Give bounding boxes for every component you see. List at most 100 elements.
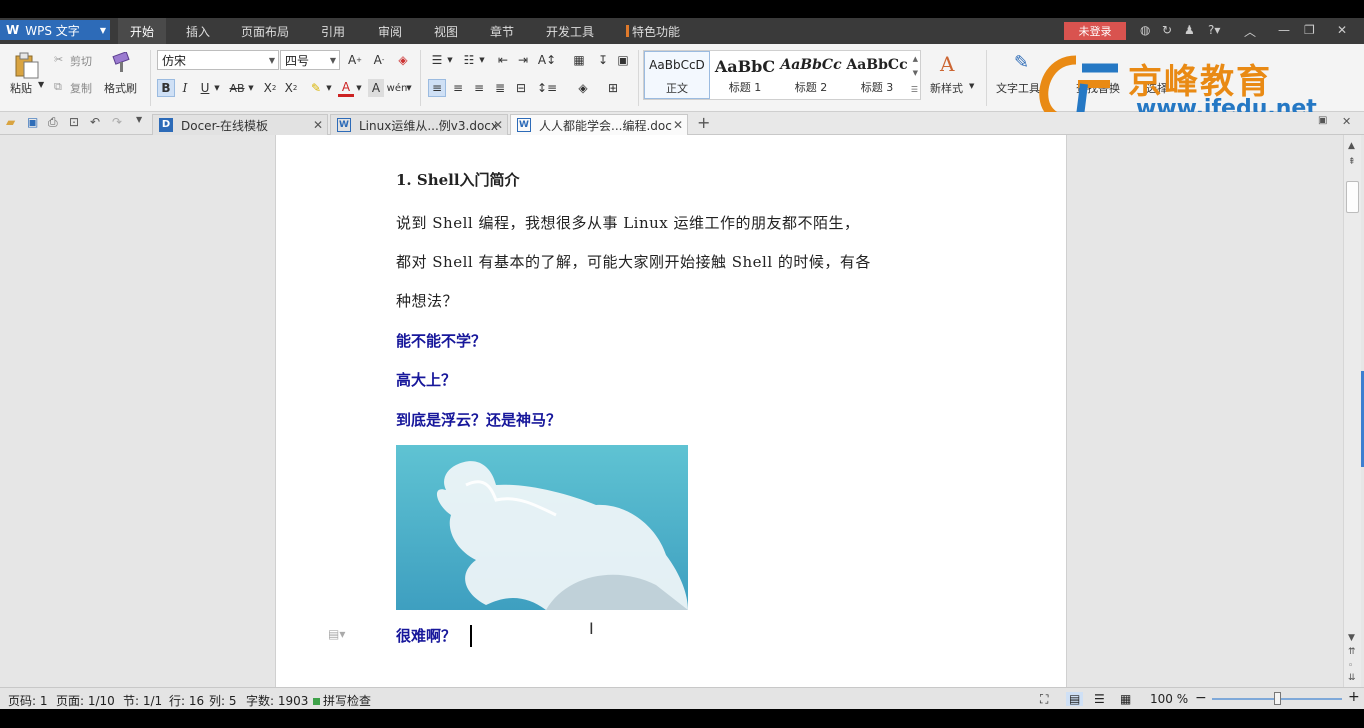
scrollbar-thumb[interactable] <box>1346 181 1359 213</box>
paste-label[interactable]: 粘贴 <box>10 80 32 96</box>
web-view-icon[interactable]: ▦ <box>1120 692 1131 706</box>
document-page[interactable]: 1. Shell入门简介 说到 Shell 编程，我想很多从事 Linux 运维… <box>275 135 1067 687</box>
shading-icon[interactable]: ◈ <box>574 79 592 97</box>
tab-references[interactable]: 引用 <box>321 18 345 44</box>
show-marks-icon[interactable]: ▣ <box>614 51 632 69</box>
status-words[interactable]: 字数: 1903 <box>246 692 308 709</box>
text-tools-label[interactable]: 文字工具 <box>996 80 1040 96</box>
close-tab-icon[interactable]: ✕ <box>673 118 683 132</box>
styles-scroll-down-icon[interactable]: ▼ <box>913 69 918 77</box>
text-tools-icon[interactable]: ✎ <box>1014 52 1029 73</box>
style-heading-2[interactable]: AaBbCc 标题 2 <box>778 51 844 99</box>
outline-view-icon[interactable]: ☰ <box>1094 692 1105 706</box>
shrink-font-icon[interactable]: A- <box>370 51 388 69</box>
save-icon[interactable]: ▣ <box>27 115 38 129</box>
scroll-up-icon[interactable]: ▲ <box>1348 141 1355 151</box>
tab-review[interactable]: 审阅 <box>378 18 402 44</box>
close-tab-icon[interactable]: ✕ <box>313 118 323 132</box>
format-painter-label[interactable]: 格式刷 <box>104 80 137 96</box>
next-page-icon[interactable]: ⇊ <box>1348 673 1356 683</box>
superscript-button[interactable]: X2 <box>262 79 278 97</box>
zoom-in-icon[interactable]: + <box>1348 689 1360 705</box>
minimize-icon[interactable]: — <box>1278 23 1290 37</box>
collapse-ribbon-icon[interactable]: ︿ <box>1244 23 1256 40</box>
tab-linux-doc[interactable]: W Linux运维从...例v3.docx ✕ <box>330 114 508 135</box>
scroll-down-icon[interactable]: ▼ <box>1348 633 1355 643</box>
print-icon[interactable]: ⎙ <box>48 115 58 130</box>
chevron-down-icon[interactable]: ▼ <box>38 80 44 89</box>
border-icon[interactable]: ⊞ <box>604 79 622 97</box>
new-style-label[interactable]: 新样式 <box>930 80 963 96</box>
underline-button[interactable]: U <box>198 79 212 97</box>
open-folder-icon[interactable]: ▰ <box>6 115 15 129</box>
skin-icon[interactable]: ♟ <box>1184 23 1195 37</box>
undo-icon[interactable]: ↶ <box>90 115 100 129</box>
tab-chapter[interactable]: 章节 <box>490 18 514 44</box>
font-color-icon[interactable]: A <box>338 79 354 97</box>
styles-scroll-up-icon[interactable]: ▲ <box>913 55 918 63</box>
distribute-button[interactable]: ⊟ <box>512 79 530 97</box>
align-right-button[interactable]: ≡ <box>470 79 488 97</box>
login-button[interactable]: 未登录 <box>1064 22 1126 40</box>
italic-button[interactable]: I <box>178 79 192 97</box>
paste-icon[interactable] <box>14 52 40 80</box>
text-direction-icon[interactable]: A↕ <box>538 51 556 69</box>
status-page[interactable]: 页码: 1 <box>8 692 48 709</box>
font-name-select[interactable]: 仿宋 ▼ <box>157 50 279 70</box>
styles-expand-icon[interactable]: ☰ <box>911 85 918 94</box>
increase-indent-icon[interactable]: ⇥ <box>514 51 532 69</box>
chevron-down-icon[interactable]: ▼ <box>212 79 222 97</box>
copy-label[interactable]: 复制 <box>70 80 92 96</box>
tab-home[interactable]: 开始 <box>118 18 167 44</box>
tab-page-layout[interactable]: 页面布局 <box>241 18 289 44</box>
grow-font-icon[interactable]: A + <box>346 51 364 69</box>
style-heading-1[interactable]: AaBbC 标题 1 <box>712 51 778 99</box>
cut-label[interactable]: 剪切 <box>70 53 92 69</box>
select-browse-object-icon[interactable]: ◦ <box>1348 661 1353 671</box>
chevron-down-icon[interactable]: ▼ <box>247 79 255 97</box>
zoom-value[interactable]: 100 % <box>1150 692 1188 706</box>
char-shading-icon[interactable]: A <box>368 79 384 97</box>
redo-icon[interactable]: ↷ <box>112 115 122 129</box>
chevron-down-icon[interactable]: ▼ <box>355 79 363 97</box>
bullets-icon[interactable]: ☰ <box>428 51 446 69</box>
spell-check-toggle[interactable]: 拼写检查 <box>313 692 371 709</box>
subscript-button[interactable]: X2 <box>283 79 299 97</box>
sort-icon[interactable]: ↧ <box>594 51 612 69</box>
chevron-down-icon[interactable]: ▼ <box>969 82 974 90</box>
status-col[interactable]: 列: 5 <box>209 692 237 709</box>
phonetic-icon[interactable]: wén <box>387 79 408 97</box>
style-heading-3[interactable]: AaBbCc 标题 3 <box>844 51 910 99</box>
tab-shell-doc[interactable]: W 人人都能学会...编程.doc ✕ <box>510 114 688 135</box>
status-pages[interactable]: 页面: 1/10 <box>56 692 115 709</box>
align-left-button[interactable]: ≡ <box>428 79 446 97</box>
clear-format-icon[interactable]: ◈ <box>394 51 412 69</box>
chevron-down-icon[interactable]: ▼ <box>325 79 333 97</box>
style-normal[interactable]: AaBbCcD 正文 <box>644 51 710 99</box>
page-view-icon[interactable]: ▤ <box>1066 692 1084 706</box>
strikethrough-button[interactable]: AB <box>227 79 247 97</box>
zoom-slider-thumb[interactable] <box>1274 692 1281 705</box>
bold-button[interactable]: B <box>157 79 175 97</box>
vertical-scrollbar[interactable]: ▲ ⇞ ▼ ⇈ ◦ ⇊ <box>1343 135 1361 687</box>
app-menu-button[interactable]: W WPS 文字 ▼ <box>0 20 110 40</box>
chevron-down-icon[interactable]: ▼ <box>478 51 486 69</box>
print-preview-icon[interactable]: ⊡ <box>69 115 79 129</box>
tab-developer[interactable]: 开发工具 <box>546 18 594 44</box>
sync-icon[interactable]: ↻ <box>1162 23 1172 37</box>
prev-page-icon[interactable]: ⇈ <box>1348 647 1356 657</box>
restore-icon[interactable]: ❐ <box>1304 23 1315 37</box>
scroll-top-icon[interactable]: ⇞ <box>1348 157 1356 167</box>
paragraph-marker-icon[interactable]: ▤▾ <box>328 627 345 641</box>
new-tab-icon[interactable]: + <box>697 113 710 132</box>
tab-special[interactable]: 特色功能 <box>626 18 680 44</box>
justify-button[interactable]: ≣ <box>491 79 509 97</box>
highlight-icon[interactable]: ✎ <box>307 79 325 97</box>
chevron-down-icon[interactable]: ▼ <box>405 79 413 97</box>
zoom-out-icon[interactable]: − <box>1195 690 1207 706</box>
cloud-icon[interactable]: ◍ <box>1140 23 1150 37</box>
new-style-icon[interactable]: A <box>940 52 954 76</box>
fit-page-icon[interactable]: ⛶ <box>1040 692 1048 707</box>
status-section[interactable]: 节: 1/1 <box>123 692 162 709</box>
close-icon[interactable]: ✕ <box>1337 23 1347 37</box>
